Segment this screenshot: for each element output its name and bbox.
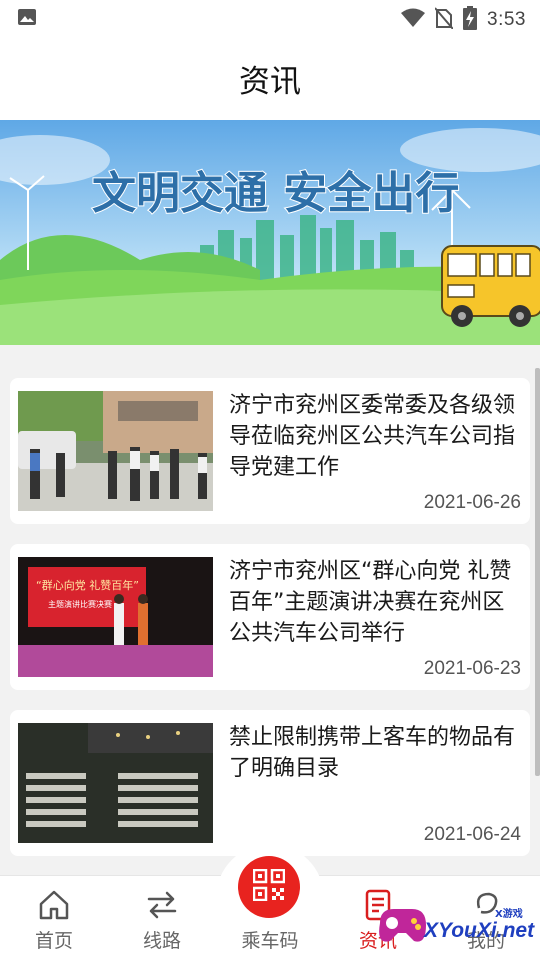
wifi-icon [401,8,426,32]
tab-label: 乘车码 [241,930,299,952]
news-thumbnail [18,723,213,843]
news-thumbnail: “群心向党 礼赞百年” 主题演讲比赛决赛 [18,557,213,677]
news-title: 济宁市兖州区委常委及各级领导莅临兖州区公共汽车公司指导党建工作 [229,393,516,480]
tab-ride-code[interactable]: 乘车码 [216,876,324,961]
tab-label: 首页 [34,930,73,952]
news-date: 2021-06-23 [423,658,521,679]
news-date: 2021-06-26 [423,492,521,513]
page-title: 资讯 [239,63,301,100]
banner-slogan: 文明交通 安全出行 [92,168,459,219]
title-bar: 资讯 [0,36,540,120]
watermark-text: XYouXi.net [424,919,535,942]
site-watermark: X游戏 XYouXi.net [372,893,540,960]
watermark-small-text: X游戏 [495,909,523,920]
tab-home[interactable]: 首页 [0,876,108,961]
status-time: 3:53 [487,9,526,30]
tab-label: 线路 [142,930,181,952]
news-item[interactable]: “群心向党 礼赞百年” 主题演讲比赛决赛 济宁市兖州区“群心向党 礼赞百年”主题… [10,544,530,690]
status-bar: 3:53 [0,0,540,36]
scrollbar[interactable] [535,368,540,776]
news-thumbnail [18,391,213,511]
stage-banner-subtext: 主题演讲比赛决赛 [48,599,112,609]
bus-illustration [441,245,540,327]
home-icon [37,888,71,922]
battery-icon [463,6,478,34]
gamepad-logo-icon [379,909,426,942]
image-notification-icon [17,8,37,26]
news-item[interactable]: 济宁市兖州区委常委及各级领导莅临兖州区公共汽车公司指导党建工作 2021-06-… [10,378,530,524]
tab-routes[interactable]: 线路 [108,876,216,961]
news-title: 济宁市兖州区“群心向党 礼赞百年”主题演讲决赛在兖州区公共汽车公司举行 [229,559,512,646]
news-item[interactable]: 禁止限制携带上客车的物品有了明确目录 2021-06-24 [10,710,530,856]
route-swap-icon [145,888,179,922]
news-title: 禁止限制携带上客车的物品有了明确目录 [229,725,516,781]
no-sim-icon [434,7,454,33]
news-date: 2021-06-24 [423,824,521,845]
banner[interactable]: 文明交通 安全出行 [0,120,540,345]
stage-banner-text: “群心向党 礼赞百年” [36,578,139,592]
